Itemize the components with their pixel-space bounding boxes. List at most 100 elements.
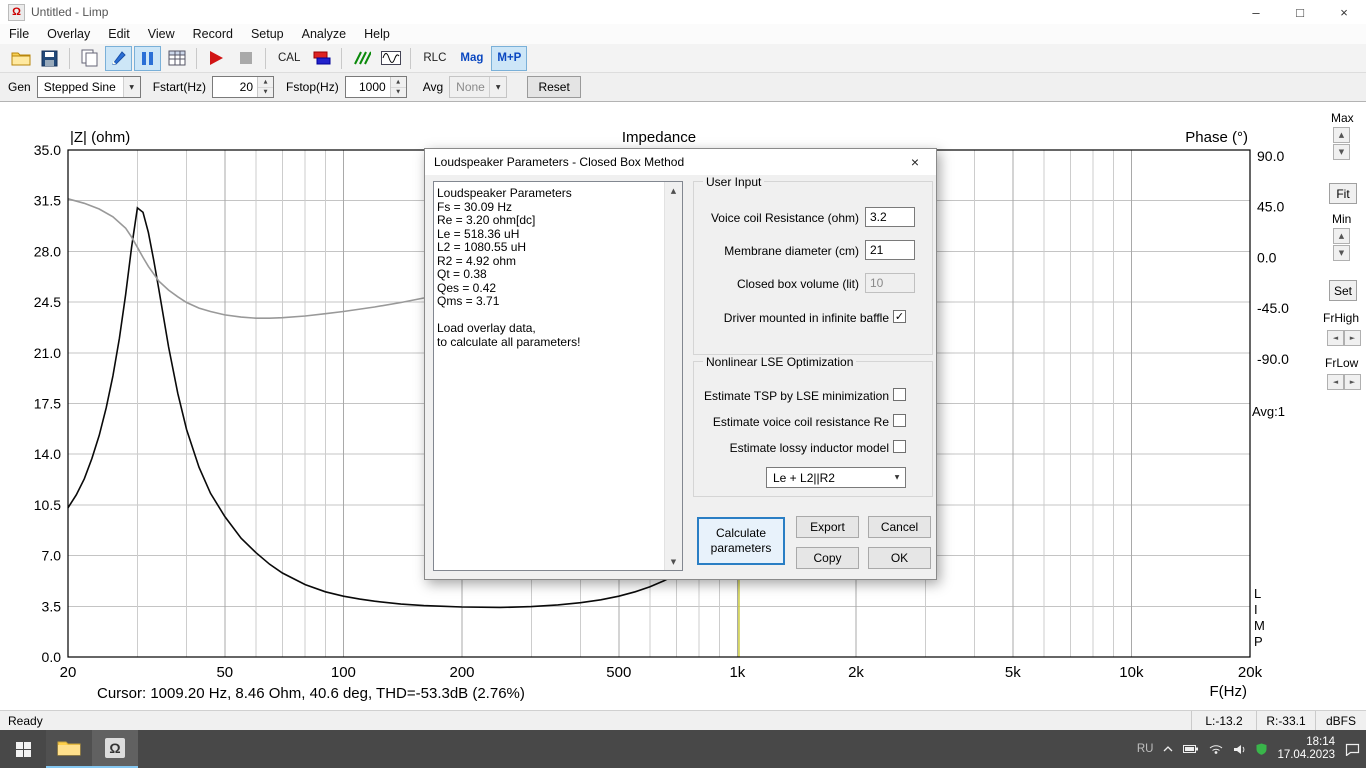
estimate-tsp-checkbox[interactable] [893, 388, 906, 401]
lse-opt1-label: Estimate TSP by LSE minimization [704, 389, 889, 403]
oscilloscope-button[interactable] [377, 46, 404, 71]
fit-button[interactable]: Fit [1329, 183, 1357, 204]
clock-time: 18:14 [1306, 736, 1335, 748]
volume-icon[interactable] [1233, 744, 1246, 755]
taskbar-limp-button[interactable]: Ω [92, 730, 138, 768]
dialog-close-button[interactable]: × [894, 149, 936, 175]
fstop-down-button[interactable]: ▼ [390, 87, 406, 97]
export-button[interactable]: Export [796, 516, 859, 538]
minimize-button[interactable]: – [1234, 0, 1278, 24]
inductor-model-select[interactable]: Le + L2||R2 ▼ [766, 467, 906, 488]
cal-button[interactable]: CAL [272, 46, 306, 71]
dialog-title: Loudspeaker Parameters - Closed Box Meth… [434, 155, 685, 169]
wifi-icon[interactable] [1209, 744, 1223, 754]
estimate-inductor-checkbox[interactable] [893, 440, 906, 453]
scroll-up-button[interactable]: ▲ [665, 182, 682, 199]
cancel-button[interactable]: Cancel [868, 516, 931, 538]
open-file-button[interactable] [7, 46, 34, 71]
chevron-down-icon: ▼ [489, 77, 507, 97]
reset-button[interactable]: Reset [527, 76, 582, 98]
record-stop-button[interactable] [232, 46, 259, 71]
max-down-button[interactable]: ▼ [1333, 144, 1350, 160]
pen-tool-button[interactable] [105, 45, 132, 71]
right-arrow-icon: ► [1349, 378, 1356, 386]
x-axis-tick-label: 5k [1005, 664, 1021, 681]
listbox-line [437, 309, 662, 323]
security-shield-icon[interactable] [1256, 743, 1267, 755]
copy-button[interactable] [76, 46, 103, 71]
window-title: Untitled - Limp [31, 5, 109, 19]
fstop-input[interactable]: 1000 ▲ ▼ [344, 76, 407, 98]
fstart-input[interactable]: 20 ▲ ▼ [212, 76, 275, 98]
min-down-button[interactable]: ▼ [1333, 245, 1350, 261]
frlow-left-button[interactable]: ◄ [1327, 374, 1344, 390]
down-arrow-icon: ▼ [1338, 148, 1345, 156]
frlow-label: FrLow [1325, 356, 1359, 370]
calculate-parameters-button[interactable]: Calculate parameters [697, 517, 785, 565]
battery-icon[interactable] [1183, 744, 1199, 754]
chevron-up-icon [1163, 746, 1173, 752]
system-tray: RU 18:14 17.04.2023 [1137, 730, 1366, 768]
parameters-listbox[interactable]: Loudspeaker Parameters Fs = 30.09 Hz Re = … [433, 181, 683, 571]
menu-item-analyze[interactable]: Analyze [293, 27, 355, 41]
mp-button[interactable]: M+P [491, 45, 528, 71]
x-axis-tick-label: 1k [729, 664, 745, 681]
mag-button[interactable]: Mag [454, 46, 489, 71]
close-button[interactable]: × [1322, 0, 1366, 24]
listbox-line: Le = 518.36 uH [437, 226, 520, 241]
y-axis-tick-label: 0.0 [42, 649, 62, 665]
pause-button[interactable] [134, 45, 161, 71]
toolbar-separator [341, 47, 343, 69]
listbox-scrollbar[interactable]: ▲ ▼ [664, 182, 682, 570]
copy-button-dialog[interactable]: Copy [796, 547, 859, 569]
action-center-icon[interactable] [1345, 743, 1360, 756]
right-arrow-icon: ► [1349, 334, 1356, 342]
spectrum-button[interactable] [348, 46, 375, 71]
clock[interactable]: 18:14 17.04.2023 [1277, 736, 1335, 762]
menu-item-file[interactable]: File [0, 27, 38, 41]
y-axis-tick-label: 35.0 [34, 142, 61, 158]
scroll-down-button[interactable]: ▼ [665, 553, 682, 570]
record-start-button[interactable] [203, 46, 230, 71]
level-unit: dBFS [1315, 711, 1366, 730]
set-button[interactable]: Set [1329, 280, 1357, 301]
max-up-button[interactable]: ▲ [1333, 127, 1350, 143]
save-button[interactable] [36, 46, 63, 71]
fstart-down-button[interactable]: ▼ [258, 87, 274, 97]
fstart-up-button[interactable]: ▲ [258, 77, 274, 88]
frhigh-right-button[interactable]: ► [1344, 330, 1361, 346]
menu-item-view[interactable]: View [139, 27, 184, 41]
language-indicator[interactable]: RU [1137, 743, 1154, 755]
frhigh-left-button[interactable]: ◄ [1327, 330, 1344, 346]
frlow-right-button[interactable]: ► [1344, 374, 1361, 390]
left-arrow-icon: ◄ [1332, 334, 1339, 342]
spectrum-icon [353, 51, 371, 65]
hidden-icons-chevron[interactable] [1163, 746, 1173, 752]
freq-response-button[interactable] [308, 46, 335, 71]
listbox-line: R2 = 4.92 ohm [437, 253, 517, 268]
x-axis-title: F(Hz) [1209, 683, 1248, 700]
fstop-up-button[interactable]: ▲ [390, 77, 406, 88]
pause-icon [142, 51, 153, 65]
estimate-re-checkbox[interactable] [893, 414, 906, 427]
menu-item-edit[interactable]: Edit [99, 27, 139, 41]
taskbar-explorer-button[interactable] [46, 730, 92, 768]
membrane-diameter-input[interactable] [865, 240, 915, 260]
menu-item-setup[interactable]: Setup [242, 27, 293, 41]
rlc-button[interactable]: RLC [417, 46, 452, 71]
generator-type-select[interactable]: Stepped Sine ▼ [36, 76, 141, 98]
menu-item-help[interactable]: Help [355, 27, 399, 41]
y-axis-tick-label: 31.5 [34, 193, 61, 209]
dialog-titlebar[interactable]: Loudspeaker Parameters - Closed Box Meth… [425, 149, 936, 175]
menu-item-overlay[interactable]: Overlay [38, 27, 99, 41]
table-view-button[interactable] [163, 46, 190, 71]
listbox-line: Qes = 0.42 [437, 280, 497, 295]
infinite-baffle-checkbox[interactable]: ✓ [893, 310, 906, 323]
check-icon: ✓ [894, 310, 905, 323]
min-up-button[interactable]: ▲ [1333, 228, 1350, 244]
maximize-button[interactable]: □ [1278, 0, 1322, 24]
voice-coil-input[interactable] [865, 207, 915, 227]
ok-button[interactable]: OK [868, 547, 931, 569]
start-button[interactable] [0, 730, 46, 768]
menu-item-record[interactable]: Record [184, 27, 242, 41]
